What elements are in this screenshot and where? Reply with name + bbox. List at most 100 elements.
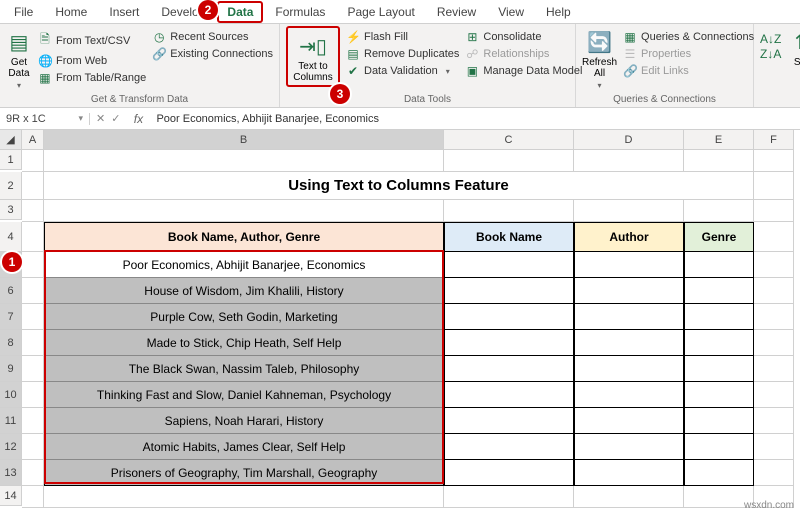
table-row[interactable]: Poor Economics, Abhijit Banarjee, Econom… bbox=[44, 252, 444, 278]
cell[interactable] bbox=[22, 222, 44, 252]
consolidate-button[interactable]: ⊞Consolidate bbox=[465, 30, 582, 44]
cancel-icon[interactable]: ✕ bbox=[96, 112, 105, 125]
chevron-down-icon: ▾ bbox=[78, 113, 83, 124]
manage-data-model-button[interactable]: ▣Manage Data Model bbox=[465, 64, 582, 78]
cell[interactable] bbox=[754, 222, 794, 252]
refresh-all-button[interactable]: 🔄 Refresh All ▾ bbox=[582, 26, 617, 90]
get-data-button[interactable]: ▤ Get Data ▾ bbox=[6, 26, 32, 90]
tab-view[interactable]: View bbox=[488, 1, 534, 23]
cell[interactable] bbox=[22, 172, 44, 200]
tab-review[interactable]: Review bbox=[427, 1, 486, 23]
row-header[interactable]: 8 bbox=[0, 330, 22, 356]
table-row[interactable]: House of Wisdom, Jim Khalili, History bbox=[44, 278, 444, 304]
table-header-bookname[interactable]: Book Name bbox=[444, 222, 574, 252]
refresh-icon: 🔄 bbox=[587, 30, 612, 55]
tab-pagelayout[interactable]: Page Layout bbox=[337, 1, 424, 23]
table-header-author[interactable]: Author bbox=[574, 222, 684, 252]
row-header[interactable]: 6 bbox=[0, 278, 22, 304]
group-label-queries: Queries & Connections bbox=[582, 94, 747, 107]
sort-desc-icon: Z↓A bbox=[760, 47, 774, 61]
cell[interactable] bbox=[22, 150, 44, 172]
table-row[interactable]: The Black Swan, Nassim Taleb, Philosophy bbox=[44, 356, 444, 382]
table-row[interactable]: Prisoners of Geography, Tim Marshall, Ge… bbox=[44, 460, 444, 486]
title-cell[interactable]: Using Text to Columns Feature bbox=[44, 172, 754, 200]
worksheet-grid[interactable]: ◢ A B C D E F 1 2 Using Text to Columns … bbox=[0, 130, 800, 508]
flash-icon: ⚡ bbox=[346, 30, 360, 44]
row-header[interactable]: 7 bbox=[0, 304, 22, 330]
text-to-columns-button[interactable]: ⇥▯ Text to Columns bbox=[290, 30, 336, 83]
select-all-corner[interactable]: ◢ bbox=[0, 130, 22, 150]
sort-button[interactable]: ⇅ Sort bbox=[780, 26, 800, 68]
sort-asc-icon: A↓Z bbox=[760, 32, 774, 46]
data-model-icon: ▣ bbox=[465, 64, 479, 78]
table-row[interactable]: Made to Stick, Chip Heath, Self Help bbox=[44, 330, 444, 356]
sort-asc-button[interactable]: A↓Z bbox=[760, 32, 774, 46]
group-label-gettransform: Get & Transform Data bbox=[6, 94, 273, 107]
row-header[interactable]: 2 bbox=[0, 172, 22, 200]
tab-file[interactable]: File bbox=[4, 1, 43, 23]
enter-icon[interactable]: ✓ bbox=[111, 112, 120, 125]
col-header-a[interactable]: A bbox=[22, 130, 44, 150]
from-textcsv-button[interactable]: 🗎From Text/CSV bbox=[38, 30, 146, 51]
row-header[interactable]: 1 bbox=[0, 150, 22, 170]
chevron-down-icon: ▾ bbox=[446, 67, 450, 76]
row-header[interactable]: 4 bbox=[0, 222, 22, 252]
table-header-combined[interactable]: Book Name, Author, Genre bbox=[44, 222, 444, 252]
row-header[interactable]: 14 bbox=[0, 486, 22, 506]
row-header[interactable]: 10 bbox=[0, 382, 22, 408]
col-header-e[interactable]: E bbox=[684, 130, 754, 150]
row-header[interactable]: 9 bbox=[0, 356, 22, 382]
name-box[interactable]: 9R x 1C▾ bbox=[0, 113, 90, 125]
row-header[interactable]: 13 bbox=[0, 460, 22, 486]
from-table-button[interactable]: ▦From Table/Range bbox=[38, 71, 146, 85]
from-web-button[interactable]: 🌐From Web bbox=[38, 54, 146, 68]
callout-badge-1: 1 bbox=[2, 252, 22, 272]
existing-connections-button[interactable]: 🔗Existing Connections bbox=[152, 47, 273, 61]
table-row[interactable]: Sapiens, Noah Harari, History bbox=[44, 408, 444, 434]
tab-insert[interactable]: Insert bbox=[99, 1, 149, 23]
cell[interactable] bbox=[44, 150, 444, 172]
tab-formulas[interactable]: Formulas bbox=[265, 1, 335, 23]
relationships-button[interactable]: ☍Relationships bbox=[465, 47, 582, 61]
row-header[interactable]: 3 bbox=[0, 200, 22, 220]
table-row[interactable]: Atomic Habits, James Clear, Self Help bbox=[44, 434, 444, 460]
fx-icon[interactable]: fx bbox=[126, 112, 150, 126]
table-header-genre[interactable]: Genre bbox=[684, 222, 754, 252]
col-header-f[interactable]: F bbox=[754, 130, 794, 150]
formula-input[interactable]: Poor Economics, Abhijit Banarjee, Econom… bbox=[150, 113, 800, 125]
sort-desc-button[interactable]: Z↓A bbox=[760, 47, 774, 61]
tab-help[interactable]: Help bbox=[536, 1, 581, 23]
data-validation-button[interactable]: ✔Data Validation▾ bbox=[346, 64, 459, 78]
properties-button[interactable]: ☰Properties bbox=[623, 47, 754, 61]
col-header-d[interactable]: D bbox=[574, 130, 684, 150]
cell[interactable] bbox=[22, 200, 44, 222]
cell[interactable] bbox=[754, 150, 794, 172]
cell[interactable] bbox=[684, 150, 754, 172]
remove-duplicates-button[interactable]: ▤Remove Duplicates bbox=[346, 47, 459, 61]
cell[interactable] bbox=[684, 200, 754, 222]
tab-data[interactable]: Data bbox=[217, 1, 263, 23]
cell[interactable] bbox=[754, 200, 794, 222]
col-header-c[interactable]: C bbox=[444, 130, 574, 150]
col-header-b[interactable]: B bbox=[44, 130, 444, 150]
edit-links-button[interactable]: 🔗Edit Links bbox=[623, 64, 754, 78]
row-header[interactable]: 12 bbox=[0, 434, 22, 460]
table-row[interactable]: Thinking Fast and Slow, Daniel Kahneman,… bbox=[44, 382, 444, 408]
queries-connections-button[interactable]: ▦Queries & Connections bbox=[623, 30, 754, 44]
flash-fill-button[interactable]: ⚡Flash Fill bbox=[346, 30, 459, 44]
tab-home[interactable]: Home bbox=[45, 1, 97, 23]
cell[interactable] bbox=[444, 200, 574, 222]
cell[interactable] bbox=[44, 200, 444, 222]
globe-icon: 🌐 bbox=[38, 54, 52, 68]
cell[interactable] bbox=[574, 150, 684, 172]
textfile-icon: 🗎 bbox=[38, 30, 52, 51]
table-row[interactable]: Purple Cow, Seth Godin, Marketing bbox=[44, 304, 444, 330]
row-header[interactable]: 11 bbox=[0, 408, 22, 434]
validation-icon: ✔ bbox=[346, 64, 360, 78]
formula-bar: 9R x 1C▾ ✕ ✓ fx Poor Economics, Abhijit B… bbox=[0, 108, 800, 130]
cell[interactable] bbox=[574, 200, 684, 222]
recent-sources-button[interactable]: ◷Recent Sources bbox=[152, 30, 273, 44]
cell[interactable] bbox=[444, 150, 574, 172]
cell[interactable] bbox=[754, 172, 794, 200]
database-icon: ▤ bbox=[10, 30, 29, 55]
